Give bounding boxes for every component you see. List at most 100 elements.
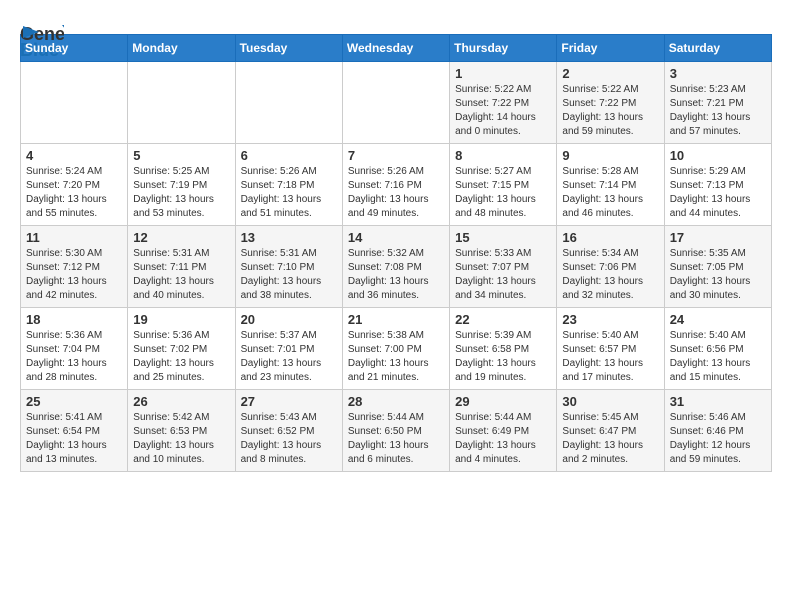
- day-number: 4: [26, 148, 122, 163]
- calendar-cell: 26 Sunrise: 5:42 AM Sunset: 6:53 PM Dayli…: [128, 390, 235, 472]
- calendar-cell: 7 Sunrise: 5:26 AM Sunset: 7:16 PM Daylig…: [342, 144, 449, 226]
- logo-flag-icon: [21, 26, 39, 42]
- calendar-cell: 10 Sunrise: 5:29 AM Sunset: 7:13 PM Dayli…: [664, 144, 771, 226]
- calendar-cell: 31 Sunrise: 5:46 AM Sunset: 6:46 PM Dayli…: [664, 390, 771, 472]
- day-number: 3: [670, 66, 766, 81]
- calendar-cell: 22 Sunrise: 5:39 AM Sunset: 6:58 PM Dayli…: [450, 308, 557, 390]
- day-info: Sunrise: 5:27 AM Sunset: 7:15 PM Dayligh…: [455, 165, 551, 221]
- calendar-cell: 27Sunrise: 5:43 AM Sunset: 6:52 PM Dayli…: [235, 390, 342, 472]
- day-number: 10: [670, 148, 766, 163]
- day-number: 12: [133, 230, 229, 245]
- calendar-cell: 25 Sunrise: 5:41 AM Sunset: 6:54 PM Dayli…: [21, 390, 128, 472]
- header-day-monday: Monday: [128, 35, 235, 62]
- day-number: 1: [455, 66, 551, 81]
- day-number: 21: [348, 312, 444, 327]
- calendar-cell: 30Sunrise: 5:45 AM Sunset: 6:47 PM Dayli…: [557, 390, 664, 472]
- day-info: Sunrise: 5:25 AM Sunset: 7:19 PM Dayligh…: [133, 165, 229, 221]
- day-info: Sunrise: 5:40 AM Sunset: 6:56 PM Dayligh…: [670, 329, 766, 385]
- calendar-cell: [128, 62, 235, 144]
- calendar-cell: 5 Sunrise: 5:25 AM Sunset: 7:19 PM Daylig…: [128, 144, 235, 226]
- logo: General Blue: [20, 20, 64, 24]
- calendar-cell: 16Sunrise: 5:34 AM Sunset: 7:06 PM Dayli…: [557, 226, 664, 308]
- calendar-cell: 2 Sunrise: 5:22 AM Sunset: 7:22 PM Daylig…: [557, 62, 664, 144]
- day-info: Sunrise: 5:35 AM Sunset: 7:05 PM Dayligh…: [670, 247, 766, 303]
- header-day-tuesday: Tuesday: [235, 35, 342, 62]
- day-info: Sunrise: 5:22 AM Sunset: 7:22 PM Dayligh…: [455, 83, 551, 139]
- day-number: 24: [670, 312, 766, 327]
- day-number: 2: [562, 66, 658, 81]
- day-info: Sunrise: 5:40 AM Sunset: 6:57 PM Dayligh…: [562, 329, 658, 385]
- day-info: Sunrise: 5:29 AM Sunset: 7:13 PM Dayligh…: [670, 165, 766, 221]
- calendar-cell: 9Sunrise: 5:28 AM Sunset: 7:14 PM Daylig…: [557, 144, 664, 226]
- calendar-body: 1 Sunrise: 5:22 AM Sunset: 7:22 PM Daylig…: [21, 62, 772, 472]
- header-day-thursday: Thursday: [450, 35, 557, 62]
- calendar-cell: 17 Sunrise: 5:35 AM Sunset: 7:05 PM Dayli…: [664, 226, 771, 308]
- calendar-cell: 13 Sunrise: 5:31 AM Sunset: 7:10 PM Dayli…: [235, 226, 342, 308]
- calendar-week-5: 25 Sunrise: 5:41 AM Sunset: 6:54 PM Dayli…: [21, 390, 772, 472]
- calendar-week-1: 1 Sunrise: 5:22 AM Sunset: 7:22 PM Daylig…: [21, 62, 772, 144]
- calendar-cell: 18 Sunrise: 5:36 AM Sunset: 7:04 PM Dayli…: [21, 308, 128, 390]
- day-info: Sunrise: 5:46 AM Sunset: 6:46 PM Dayligh…: [670, 411, 766, 467]
- day-info: Sunrise: 5:41 AM Sunset: 6:54 PM Dayligh…: [26, 411, 122, 467]
- day-info: Sunrise: 5:31 AM Sunset: 7:10 PM Dayligh…: [241, 247, 337, 303]
- day-number: 5: [133, 148, 229, 163]
- day-number: 8: [455, 148, 551, 163]
- day-number: 22: [455, 312, 551, 327]
- day-number: 19: [133, 312, 229, 327]
- day-info: Sunrise: 5:30 AM Sunset: 7:12 PM Dayligh…: [26, 247, 122, 303]
- day-info: Sunrise: 5:32 AM Sunset: 7:08 PM Dayligh…: [348, 247, 444, 303]
- page-header: General Blue: [20, 20, 772, 24]
- calendar-cell: 28 Sunrise: 5:44 AM Sunset: 6:50 PM Dayli…: [342, 390, 449, 472]
- day-number: 31: [670, 394, 766, 409]
- day-info: Sunrise: 5:24 AM Sunset: 7:20 PM Dayligh…: [26, 165, 122, 221]
- day-info: Sunrise: 5:38 AM Sunset: 7:00 PM Dayligh…: [348, 329, 444, 385]
- day-info: Sunrise: 5:31 AM Sunset: 7:11 PM Dayligh…: [133, 247, 229, 303]
- day-number: 13: [241, 230, 337, 245]
- day-info: Sunrise: 5:22 AM Sunset: 7:22 PM Dayligh…: [562, 83, 658, 139]
- header-day-wednesday: Wednesday: [342, 35, 449, 62]
- day-number: 27: [241, 394, 337, 409]
- calendar-cell: 23Sunrise: 5:40 AM Sunset: 6:57 PM Dayli…: [557, 308, 664, 390]
- day-number: 26: [133, 394, 229, 409]
- calendar-cell: 4 Sunrise: 5:24 AM Sunset: 7:20 PM Daylig…: [21, 144, 128, 226]
- day-info: Sunrise: 5:39 AM Sunset: 6:58 PM Dayligh…: [455, 329, 551, 385]
- day-info: Sunrise: 5:42 AM Sunset: 6:53 PM Dayligh…: [133, 411, 229, 467]
- day-info: Sunrise: 5:34 AM Sunset: 7:06 PM Dayligh…: [562, 247, 658, 303]
- day-info: Sunrise: 5:36 AM Sunset: 7:04 PM Dayligh…: [26, 329, 122, 385]
- day-info: Sunrise: 5:37 AM Sunset: 7:01 PM Dayligh…: [241, 329, 337, 385]
- calendar-cell: [342, 62, 449, 144]
- day-number: 30: [562, 394, 658, 409]
- calendar-cell: 29Sunrise: 5:44 AM Sunset: 6:49 PM Dayli…: [450, 390, 557, 472]
- day-number: 25: [26, 394, 122, 409]
- calendar-cell: [235, 62, 342, 144]
- calendar-cell: 12 Sunrise: 5:31 AM Sunset: 7:11 PM Dayli…: [128, 226, 235, 308]
- day-number: 20: [241, 312, 337, 327]
- header-row: SundayMondayTuesdayWednesdayThursdayFrid…: [21, 35, 772, 62]
- day-info: Sunrise: 5:44 AM Sunset: 6:49 PM Dayligh…: [455, 411, 551, 467]
- day-number: 14: [348, 230, 444, 245]
- day-info: Sunrise: 5:26 AM Sunset: 7:18 PM Dayligh…: [241, 165, 337, 221]
- calendar-cell: 20 Sunrise: 5:37 AM Sunset: 7:01 PM Dayli…: [235, 308, 342, 390]
- calendar-table: SundayMondayTuesdayWednesdayThursdayFrid…: [20, 34, 772, 472]
- day-number: 17: [670, 230, 766, 245]
- calendar-cell: 3Sunrise: 5:23 AM Sunset: 7:21 PM Daylig…: [664, 62, 771, 144]
- day-info: Sunrise: 5:26 AM Sunset: 7:16 PM Dayligh…: [348, 165, 444, 221]
- calendar-cell: 21 Sunrise: 5:38 AM Sunset: 7:00 PM Dayli…: [342, 308, 449, 390]
- calendar-week-2: 4 Sunrise: 5:24 AM Sunset: 7:20 PM Daylig…: [21, 144, 772, 226]
- header-day-saturday: Saturday: [664, 35, 771, 62]
- calendar-week-4: 18 Sunrise: 5:36 AM Sunset: 7:04 PM Dayli…: [21, 308, 772, 390]
- calendar-cell: 14 Sunrise: 5:32 AM Sunset: 7:08 PM Dayli…: [342, 226, 449, 308]
- calendar-cell: 11Sunrise: 5:30 AM Sunset: 7:12 PM Dayli…: [21, 226, 128, 308]
- calendar-cell: 8 Sunrise: 5:27 AM Sunset: 7:15 PM Daylig…: [450, 144, 557, 226]
- day-number: 18: [26, 312, 122, 327]
- calendar-cell: 15Sunrise: 5:33 AM Sunset: 7:07 PM Dayli…: [450, 226, 557, 308]
- calendar-cell: [21, 62, 128, 144]
- calendar-header: SundayMondayTuesdayWednesdayThursdayFrid…: [21, 35, 772, 62]
- day-number: 7: [348, 148, 444, 163]
- day-info: Sunrise: 5:44 AM Sunset: 6:50 PM Dayligh…: [348, 411, 444, 467]
- day-number: 9: [562, 148, 658, 163]
- day-number: 28: [348, 394, 444, 409]
- day-info: Sunrise: 5:36 AM Sunset: 7:02 PM Dayligh…: [133, 329, 229, 385]
- header-day-friday: Friday: [557, 35, 664, 62]
- calendar-week-3: 11Sunrise: 5:30 AM Sunset: 7:12 PM Dayli…: [21, 226, 772, 308]
